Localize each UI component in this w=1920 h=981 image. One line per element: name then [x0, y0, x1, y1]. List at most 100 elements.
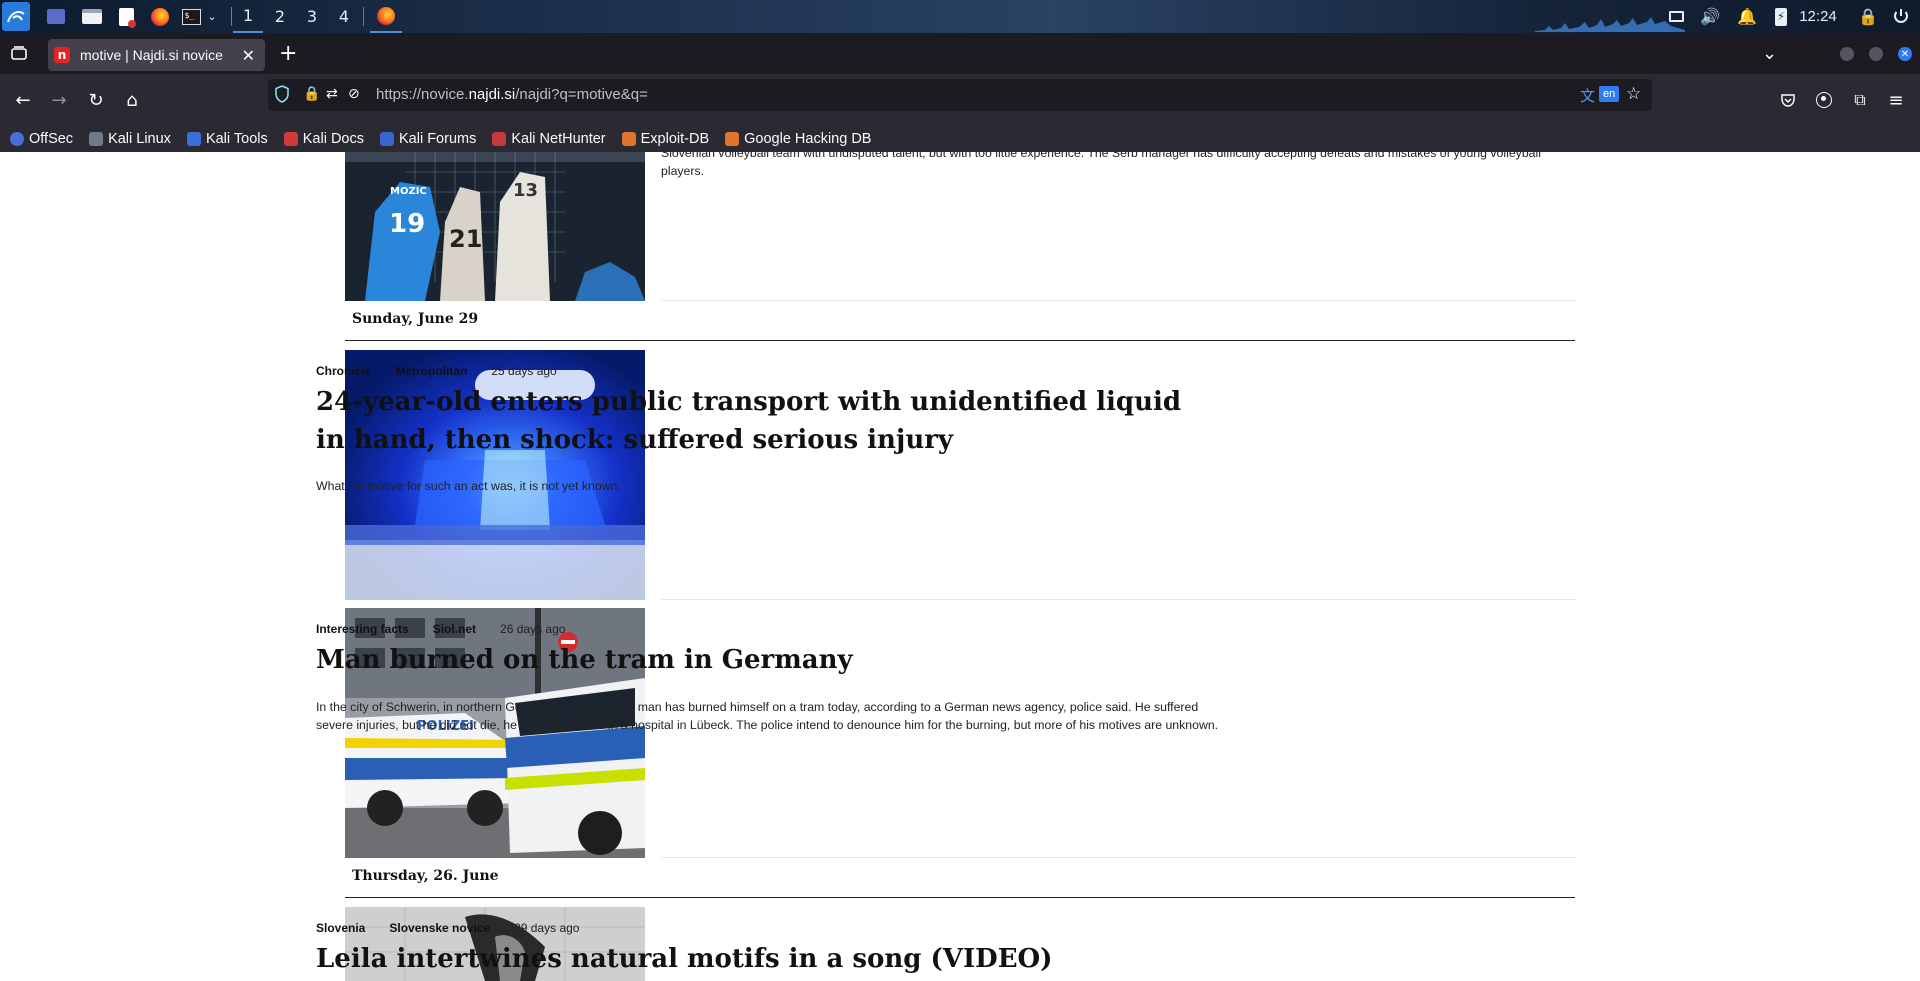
article-headline[interactable]: Man burned on the tram in Germany [316, 641, 1216, 679]
page-content: 19 MOZIC 21 13 Slovenian volleyball team… [0, 152, 1920, 981]
firefox-window-button[interactable] [370, 0, 402, 33]
extensions-icon[interactable]: ⧉ [1847, 87, 1873, 113]
close-tab-icon[interactable]: ✕ [242, 46, 255, 65]
list-all-tabs-icon[interactable]: ⌄ [1762, 43, 1777, 64]
bookmark-kali-linux[interactable]: Kali Linux [89, 131, 171, 147]
divider [661, 300, 1575, 301]
article-meta: Slovenia Slovenske novice 29 days ago [316, 921, 579, 935]
workspace-4[interactable]: 4 [329, 0, 359, 33]
file-manager-icon[interactable] [81, 6, 103, 27]
tab-najdi-novice[interactable]: n motive | Najdi.si novice ✕ [48, 39, 265, 71]
url-text[interactable]: https://novice.najdi.si/najdi?q=motive&q… [376, 86, 648, 103]
kali-tools-icon [186, 132, 201, 146]
tab-overview-icon[interactable] [10, 45, 28, 61]
kali-menu-icon[interactable] [2, 2, 30, 31]
date-group-heading: Thursday, 26. June [352, 868, 499, 884]
workspace-3[interactable]: 3 [297, 0, 327, 33]
article-headline[interactable]: Leila intertwines natural motifs in a so… [316, 940, 1216, 978]
article-meta: Interesting facts Siol.net 26 days ago [316, 622, 565, 636]
volleyball-thumbnail[interactable]: 19 MOZIC 21 13 [345, 152, 645, 301]
svg-text:19: 19 [389, 209, 425, 239]
browser-nav-bar: ← → ↻ ⌂ 🔒 ⇄ ⊘ https://novice.najdi.si/na… [0, 74, 1920, 126]
bookmark-google-hacking-db[interactable]: Google Hacking DB [725, 131, 871, 147]
bookmark-kali-nethunter[interactable]: Kali NetHunter [492, 131, 606, 147]
article-age: 25 days ago [491, 364, 557, 378]
translate-language-badge[interactable]: en [1599, 86, 1620, 102]
bookmark-star-icon[interactable]: ☆ [1626, 84, 1641, 104]
url-bar[interactable]: 🔒 ⇄ ⊘ https://novice.najdi.si/najdi?q=mo… [268, 79, 1652, 111]
article-category[interactable]: Interesting facts [316, 622, 409, 636]
article-age: 29 days ago [514, 921, 580, 935]
minimize-window-button[interactable] [1840, 47, 1854, 61]
article-category[interactable]: Chronicle [316, 364, 371, 378]
divider [661, 857, 1575, 858]
bookmark-kali-docs[interactable]: Kali Docs [283, 131, 364, 147]
article-summary: What his motive for such an act was, it … [316, 479, 621, 493]
workspace-1[interactable]: 1 [233, 0, 263, 33]
bookmark-label: Kali NetHunter [511, 131, 606, 147]
offsec-icon [10, 132, 24, 146]
translate-icon[interactable]: 文 [1580, 85, 1595, 106]
permissions-icon[interactable]: ⇄ [326, 86, 338, 102]
audio-visualizer [1535, 17, 1685, 32]
article-summary: In the city of Schwerin, in northern Ger… [316, 700, 1219, 732]
site-lock-icon[interactable]: 🔒 [303, 86, 320, 102]
new-tab-button[interactable]: + [279, 41, 297, 66]
divider [661, 599, 1575, 600]
bookmark-kali-forums[interactable]: Kali Forums [379, 131, 477, 147]
tracking-protection-shield-icon[interactable] [274, 85, 290, 103]
article-age: 26 days ago [500, 622, 566, 636]
svg-text:MOZIC: MOZIC [390, 186, 427, 197]
svg-text:13: 13 [513, 180, 538, 201]
lock-screen-icon[interactable]: 🔒 [1858, 6, 1878, 27]
text-editor-icon[interactable] [116, 6, 136, 28]
date-group-divider [345, 340, 1575, 341]
bookmark-label: Exploit-DB [640, 131, 710, 147]
pocket-icon[interactable] [1775, 87, 1801, 113]
bookmark-label: Kali Linux [108, 131, 171, 147]
bookmark-exploit-db[interactable]: Exploit-DB [621, 131, 710, 147]
notification-bell-icon[interactable]: 🔔 [1737, 6, 1757, 27]
article-headline[interactable]: 24-year-old enters public transport with… [316, 383, 1216, 459]
article-source[interactable]: Siol.net [433, 622, 476, 636]
browser-tab-bar: n motive | Najdi.si novice ✕ + ⌄ ✕ [0, 33, 1920, 74]
volume-icon[interactable]: 🔊 [1700, 6, 1720, 27]
bookmark-offsec[interactable]: OffSec [10, 131, 73, 147]
power-battery-icon[interactable]: ⚡ [1773, 6, 1789, 27]
article-category[interactable]: Slovenia [316, 921, 365, 935]
account-icon[interactable] [1811, 87, 1837, 113]
clock[interactable]: 12:24 [1798, 6, 1838, 27]
display-icon[interactable] [1666, 6, 1686, 27]
maximize-window-button[interactable] [1869, 47, 1883, 61]
logout-icon[interactable] [1890, 6, 1912, 27]
kali-dragon-icon [89, 132, 104, 146]
bookmark-label: Google Hacking DB [744, 131, 872, 147]
terminal-icon[interactable]: $_ [180, 6, 202, 27]
nethunter-icon [492, 132, 507, 146]
reload-button[interactable]: ↻ [83, 87, 109, 113]
kali-docs-icon [283, 132, 298, 146]
chevron-down-icon[interactable]: ⌄ [205, 6, 219, 27]
app-menu-icon[interactable]: ≡ [1883, 87, 1909, 113]
firefox-launcher-icon[interactable] [149, 6, 171, 27]
panel-separator [363, 7, 364, 26]
date-group-divider [345, 897, 1575, 898]
bookmark-label: Kali Forums [398, 131, 477, 147]
article-source[interactable]: Slovenske novice [389, 921, 490, 935]
article-meta: Chronicle Metropolitan 25 days ago [316, 364, 557, 378]
show-desktop-icon[interactable] [46, 6, 66, 27]
close-window-button[interactable]: ✕ [1898, 47, 1912, 61]
back-button[interactable]: ← [10, 87, 36, 113]
partial-article-summary: Slovenian volleyball team with undispute… [661, 152, 1541, 178]
bookmark-label: Kali Docs [302, 131, 364, 147]
workspace-2[interactable]: 2 [265, 0, 295, 33]
blocked-autoplay-icon[interactable]: ⊘ [348, 86, 360, 102]
forward-button[interactable]: → [46, 87, 72, 113]
najdi-favicon-icon: n [54, 47, 70, 63]
home-button[interactable]: ⌂ [119, 87, 145, 113]
bookmark-kali-tools[interactable]: Kali Tools [186, 131, 268, 147]
kali-forums-icon [379, 132, 394, 146]
panel-separator [231, 7, 232, 26]
article-source[interactable]: Metropolitan [395, 364, 467, 378]
tab-title: motive | Najdi.si novice [80, 47, 223, 63]
